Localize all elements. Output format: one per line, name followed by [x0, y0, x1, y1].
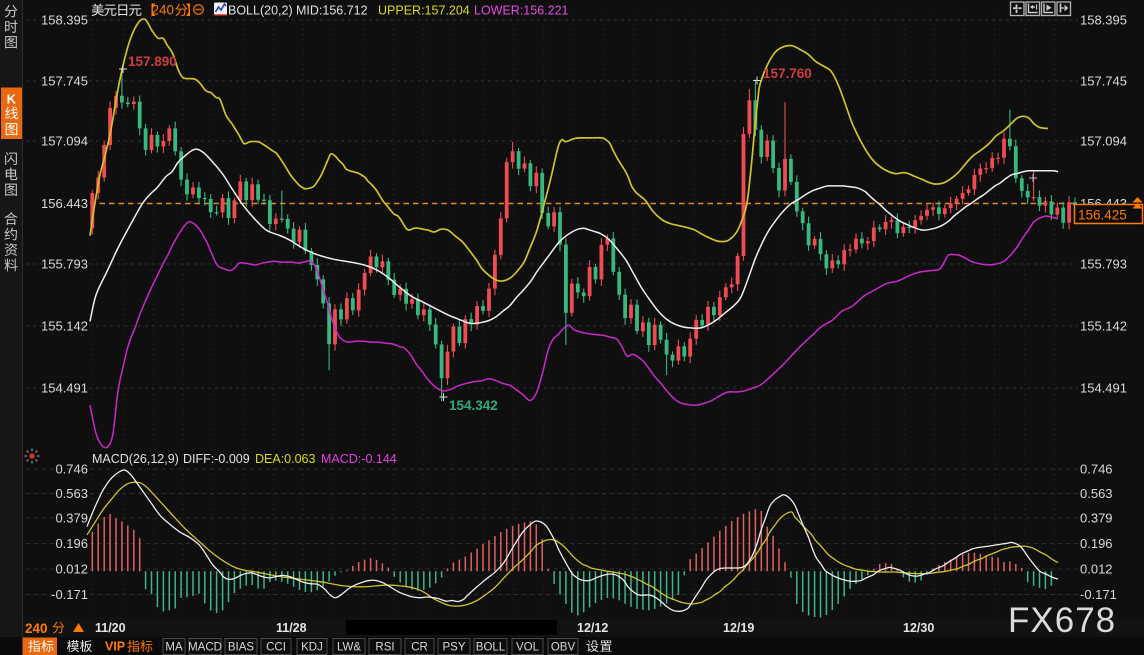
- svg-text:0.196: 0.196: [1080, 536, 1113, 551]
- svg-text:UPPER:157.204: UPPER:157.204: [378, 4, 470, 18]
- svg-text:0.196: 0.196: [55, 536, 88, 551]
- svg-text:12/30: 12/30: [903, 621, 934, 635]
- svg-text:0.563: 0.563: [55, 486, 88, 501]
- svg-text:155.793: 155.793: [1080, 257, 1127, 272]
- svg-text:-0.171: -0.171: [51, 587, 88, 602]
- svg-text:157.094: 157.094: [1080, 134, 1127, 149]
- svg-text:BOLL: BOLL: [476, 642, 506, 654]
- svg-text:KDJ: KDJ: [301, 642, 323, 654]
- svg-text:158.395: 158.395: [1080, 13, 1127, 28]
- svg-text:0.746: 0.746: [55, 462, 88, 477]
- svg-text:158.395: 158.395: [41, 13, 88, 28]
- svg-text:MACD: MACD: [188, 642, 222, 654]
- svg-text:MACD(26,12,9): MACD(26,12,9): [92, 452, 179, 466]
- svg-text:MACD:-0.144: MACD:-0.144: [321, 452, 397, 466]
- svg-text:LOWER:156.221: LOWER:156.221: [474, 4, 569, 18]
- svg-text:154.342: 154.342: [449, 398, 498, 413]
- svg-text:CR: CR: [411, 642, 428, 654]
- svg-text:MA: MA: [165, 642, 183, 654]
- svg-text:240: 240: [152, 3, 175, 18]
- svg-text:157.745: 157.745: [1080, 74, 1127, 89]
- svg-text:11/20: 11/20: [95, 621, 126, 635]
- svg-text:155.142: 155.142: [41, 319, 88, 334]
- svg-text:11/28: 11/28: [276, 621, 307, 635]
- svg-text:0.379: 0.379: [55, 511, 88, 526]
- svg-text:157.890: 157.890: [128, 54, 177, 69]
- svg-text:156.425: 156.425: [1078, 208, 1127, 223]
- svg-text:0.012: 0.012: [55, 562, 88, 577]
- svg-text:VIP: VIP: [105, 640, 125, 654]
- svg-text:155.142: 155.142: [1080, 319, 1127, 334]
- svg-text:154.491: 154.491: [1080, 381, 1127, 396]
- svg-text:0.012: 0.012: [1080, 562, 1113, 577]
- svg-text:12/19: 12/19: [723, 621, 754, 635]
- svg-text:OBV: OBV: [551, 642, 576, 654]
- svg-text:BOLL(20,2): BOLL(20,2): [228, 4, 293, 18]
- svg-text:FX678: FX678: [1008, 601, 1116, 640]
- svg-text:-0.171: -0.171: [1080, 587, 1117, 602]
- svg-text:154.491: 154.491: [41, 381, 88, 396]
- svg-text:12/12: 12/12: [577, 621, 608, 635]
- svg-text:RSI: RSI: [375, 642, 394, 654]
- svg-text:157.760: 157.760: [763, 66, 812, 81]
- svg-text:157.094: 157.094: [41, 134, 88, 149]
- svg-text:155.793: 155.793: [41, 257, 88, 272]
- svg-text:K: K: [7, 92, 17, 107]
- svg-text:VOL: VOL: [516, 642, 540, 654]
- svg-text:MID:156.712: MID:156.712: [296, 4, 368, 18]
- svg-text:BIAS: BIAS: [228, 642, 255, 654]
- svg-text:0.746: 0.746: [1080, 462, 1113, 477]
- svg-text:PSY: PSY: [442, 642, 465, 654]
- svg-text:LW&: LW&: [337, 642, 361, 654]
- svg-text:CCI: CCI: [266, 642, 286, 654]
- svg-text:DIFF:-0.009: DIFF:-0.009: [183, 452, 250, 466]
- svg-text:157.745: 157.745: [41, 74, 88, 89]
- svg-text:0.563: 0.563: [1080, 486, 1113, 501]
- svg-text:0.379: 0.379: [1080, 511, 1113, 526]
- svg-text:240: 240: [25, 621, 48, 636]
- svg-text:DEA:0.063: DEA:0.063: [255, 452, 316, 466]
- svg-text:156.443: 156.443: [41, 196, 88, 211]
